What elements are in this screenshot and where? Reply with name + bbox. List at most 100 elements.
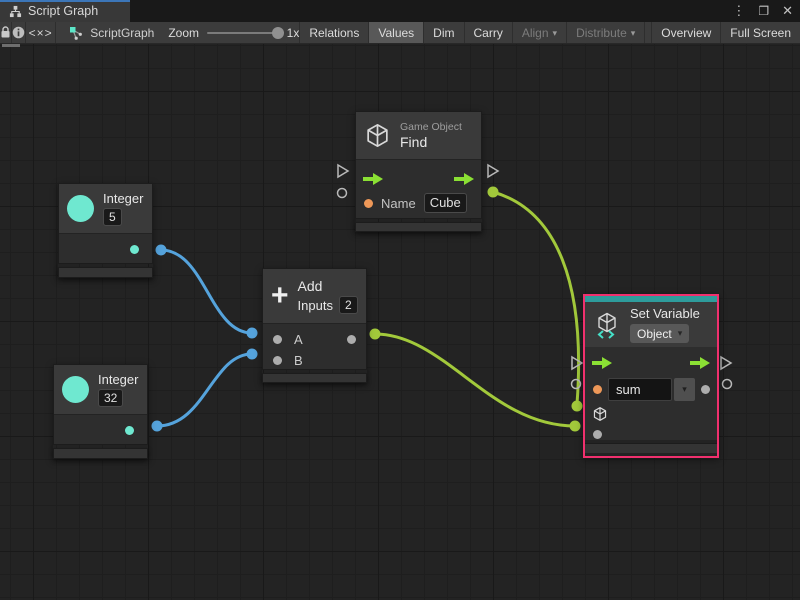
flow-out-arrow-icon[interactable] bbox=[454, 173, 474, 185]
setvar-value-out-port[interactable] bbox=[723, 380, 732, 389]
toolbar-buttons: Relations Values Dim Carry Align ▾ Distr… bbox=[300, 22, 800, 43]
find-flow-in-port[interactable] bbox=[338, 165, 348, 177]
add-operator-icon: + bbox=[271, 283, 289, 309]
wire-endpoint[interactable] bbox=[488, 187, 499, 198]
node-footer bbox=[585, 443, 717, 453]
wire-endpoint[interactable] bbox=[247, 328, 258, 339]
script-graph-window: Script Graph ⋮ ❐ ✕ <×> bbox=[0, 0, 800, 600]
node-title: Set Variable bbox=[630, 306, 700, 321]
maximize-icon[interactable]: ❐ bbox=[755, 0, 772, 22]
graph-hierarchy-icon bbox=[9, 5, 22, 18]
node-footer bbox=[53, 448, 148, 459]
node-integer-top[interactable]: Integer 5 bbox=[58, 183, 153, 278]
add-input-a-port[interactable] bbox=[273, 335, 282, 344]
edit-source-button[interactable]: <×> bbox=[26, 22, 56, 43]
value-input-port[interactable] bbox=[593, 430, 602, 439]
node-footer bbox=[262, 373, 367, 383]
node-set-variable[interactable]: Set Variable Object ▾ bbox=[583, 294, 719, 458]
overview-button[interactable]: Overview bbox=[651, 22, 721, 43]
flow-in-arrow-icon[interactable] bbox=[592, 357, 612, 369]
wire-add-to-setvariable-value[interactable] bbox=[375, 334, 575, 426]
wire-endpoint[interactable] bbox=[570, 421, 581, 432]
node-footer bbox=[355, 222, 482, 232]
graph-name-label: ScriptGraph bbox=[90, 26, 154, 40]
node-title: Integer bbox=[98, 372, 138, 387]
wire-endpoint[interactable] bbox=[370, 329, 381, 340]
inputs-label: Inputs bbox=[298, 298, 333, 313]
full-screen-button[interactable]: Full Screen bbox=[721, 22, 800, 43]
distribute-button[interactable]: Distribute ▾ bbox=[567, 22, 645, 43]
node-integer-bottom[interactable]: Integer 32 bbox=[53, 364, 148, 459]
tab-script-graph[interactable]: Script Graph bbox=[0, 0, 130, 22]
align-button[interactable]: Align ▾ bbox=[513, 22, 567, 43]
dim-button[interactable]: Dim bbox=[424, 22, 464, 43]
relations-button[interactable]: Relations bbox=[300, 22, 369, 43]
integer-value-field[interactable]: 5 bbox=[103, 208, 122, 226]
node-title: Find bbox=[400, 134, 427, 150]
graph-canvas[interactable]: Integer 5 Integer 32 bbox=[0, 44, 800, 600]
wire-endpoint[interactable] bbox=[247, 349, 258, 360]
node-category: Game Object bbox=[400, 121, 462, 133]
chevron-down-icon[interactable]: ▾ bbox=[674, 378, 695, 401]
flow-out-arrow-icon[interactable] bbox=[690, 357, 710, 369]
carry-button[interactable]: Carry bbox=[465, 22, 513, 43]
setvar-flow-out-port[interactable] bbox=[721, 357, 731, 369]
find-flow-out-port[interactable] bbox=[488, 165, 498, 177]
find-name-port[interactable] bbox=[338, 189, 347, 198]
node-find[interactable]: Game Object Find Na bbox=[355, 111, 482, 232]
zoom-control: Zoom 1x bbox=[154, 22, 300, 43]
integer-value-field[interactable]: 32 bbox=[98, 389, 123, 407]
find-name-input-port[interactable] bbox=[364, 199, 373, 208]
wire-find-to-setvariable-object[interactable] bbox=[493, 192, 579, 404]
add-input-b-port[interactable] bbox=[273, 356, 282, 365]
inputs-count-field[interactable]: 2 bbox=[339, 296, 358, 314]
setvar-flow-in-port[interactable] bbox=[572, 357, 582, 369]
port-b-label: B bbox=[294, 353, 303, 368]
port-a-label: A bbox=[294, 332, 303, 347]
graph-name-area: ScriptGraph bbox=[56, 22, 154, 43]
canvas-scrollbar[interactable] bbox=[2, 44, 20, 47]
zoom-label: Zoom bbox=[168, 26, 199, 40]
name-label: Name bbox=[381, 196, 416, 211]
active-tab-accent bbox=[0, 0, 130, 2]
code-icon: <×> bbox=[29, 26, 53, 40]
wire-endpoint[interactable] bbox=[572, 401, 583, 412]
zoom-slider-thumb[interactable] bbox=[272, 27, 284, 39]
setvar-name-port[interactable] bbox=[572, 380, 581, 389]
integer-type-icon bbox=[62, 376, 89, 403]
window-controls: ⋮ ❐ ✕ bbox=[729, 0, 796, 22]
integer-output-port[interactable] bbox=[130, 245, 139, 254]
values-button[interactable]: Values bbox=[369, 22, 424, 43]
setvar-output-port[interactable] bbox=[701, 385, 710, 394]
node-add[interactable]: + Add Inputs 2 A bbox=[262, 268, 367, 383]
chevron-down-icon: ▾ bbox=[678, 328, 683, 339]
add-output-port[interactable] bbox=[347, 335, 356, 344]
game-object-cube-icon bbox=[364, 122, 391, 149]
wire-endpoint[interactable] bbox=[152, 421, 163, 432]
menu-icon[interactable]: ⋮ bbox=[729, 0, 748, 22]
node-title: Integer bbox=[103, 191, 143, 206]
flow-in-arrow-icon[interactable] bbox=[363, 173, 383, 185]
node-footer bbox=[58, 267, 153, 278]
variable-name-dropdown[interactable]: sum ▾ bbox=[608, 378, 695, 401]
set-variable-icon bbox=[593, 311, 621, 339]
integer-output-port[interactable] bbox=[125, 426, 134, 435]
close-icon[interactable]: ✕ bbox=[779, 0, 796, 22]
script-graph-icon bbox=[69, 26, 83, 40]
tab-title: Script Graph bbox=[28, 4, 98, 18]
wire-endpoint[interactable] bbox=[156, 245, 167, 256]
zoom-value: 1x bbox=[287, 26, 300, 40]
variable-kind-dropdown[interactable]: Object ▾ bbox=[630, 324, 689, 343]
integer-type-icon bbox=[67, 195, 94, 222]
graph-toolbar: <×> ScriptGraph Zoom 1x Relations Values bbox=[0, 22, 800, 44]
zoom-slider[interactable] bbox=[207, 32, 279, 34]
lock-button[interactable] bbox=[0, 22, 12, 43]
object-target-port-icon[interactable] bbox=[592, 406, 608, 422]
tab-bar: Script Graph ⋮ ❐ ✕ bbox=[0, 0, 800, 22]
variable-name-port[interactable] bbox=[593, 385, 602, 394]
info-button[interactable] bbox=[12, 22, 26, 43]
wire-integer5-to-add-a[interactable] bbox=[161, 250, 252, 333]
name-value-field[interactable]: Cube bbox=[424, 193, 467, 213]
chevron-down-icon: ▾ bbox=[553, 28, 558, 39]
wire-integer32-to-add-b[interactable] bbox=[157, 354, 252, 426]
